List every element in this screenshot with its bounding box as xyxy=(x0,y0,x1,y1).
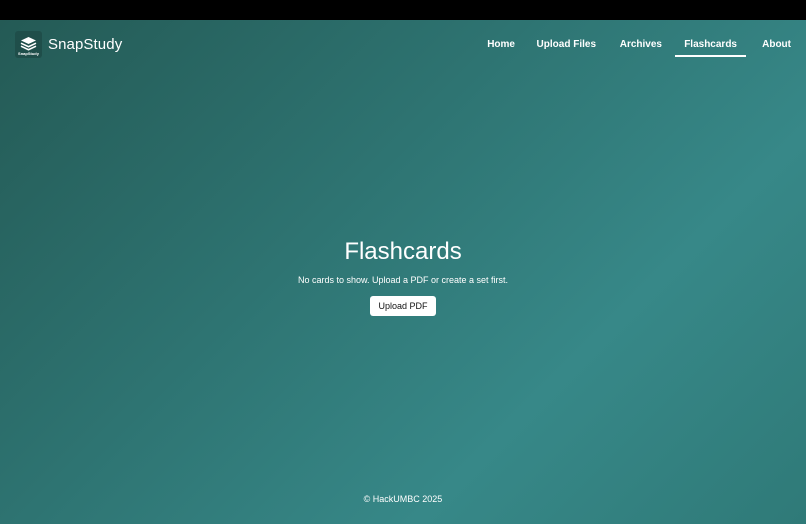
nav-item-home[interactable]: Home xyxy=(487,39,515,50)
footer: © HackUMBC 2025 xyxy=(363,494,443,504)
stack-layers-icon xyxy=(20,36,37,51)
brand-name: SnapStudy xyxy=(48,36,123,53)
header: SnapStudy SnapStudy Home Upload Files Ar… xyxy=(0,20,806,70)
upload-pdf-button[interactable]: Upload PDF xyxy=(370,296,436,316)
top-bar xyxy=(0,0,806,20)
page-title: Flashcards xyxy=(344,238,462,265)
nav-item-about[interactable]: About xyxy=(762,39,791,50)
nav-item-archives[interactable]: Archives xyxy=(620,39,662,50)
nav-item-upload-files[interactable]: Upload Files xyxy=(537,39,596,50)
brand[interactable]: SnapStudy SnapStudy xyxy=(15,31,122,58)
nav-item-flashcards[interactable]: Flashcards xyxy=(675,39,746,57)
logo-text: SnapStudy xyxy=(18,50,39,56)
logo: SnapStudy xyxy=(15,31,42,58)
empty-state-message: No cards to show. Upload a PDF or create… xyxy=(297,275,509,285)
app-window: SnapStudy SnapStudy Home Upload Files Ar… xyxy=(0,20,806,524)
main-content: Flashcards No cards to show. Upload a PD… xyxy=(0,238,806,316)
